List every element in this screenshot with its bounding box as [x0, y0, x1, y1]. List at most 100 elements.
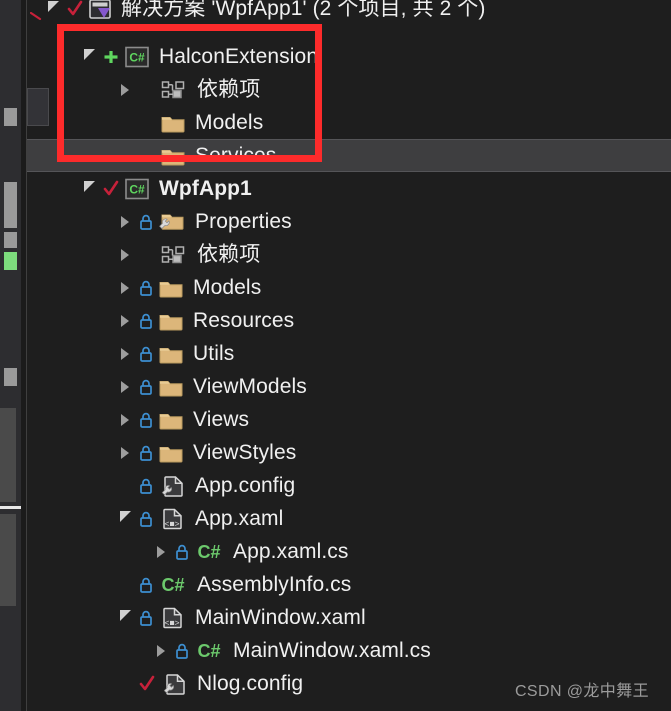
tree-row-label: ViewModels [193, 374, 307, 398]
chevron-right-icon[interactable] [112, 205, 138, 238]
tree-row-label: HalconExtension [159, 44, 319, 68]
chevron-down-icon[interactable] [112, 502, 138, 535]
tree-row-wpfapp1-assemblyinfo-cs[interactable]: C# AssemblyInfo.cs [27, 568, 671, 601]
chevron-down-icon[interactable] [40, 0, 66, 25]
twisty-empty [112, 106, 138, 139]
scroll-map-strip[interactable] [0, 0, 21, 711]
chevron-right-icon[interactable] [112, 337, 138, 370]
chevron-right-icon[interactable] [148, 634, 174, 667]
folder-icon [159, 347, 183, 363]
chevron-right-icon[interactable] [112, 436, 138, 469]
scroll-map-mark [4, 108, 17, 126]
solution-tree[interactable]: 解决方案 'WpfApp1' (2 个项目, 共 2 个) C# HalconExt… [27, 0, 671, 711]
scrollbar-thumb[interactable] [0, 408, 16, 502]
lock-icon [140, 412, 152, 428]
item-type-icon [160, 244, 188, 266]
chevron-down-icon[interactable] [76, 172, 102, 205]
csharp-file-icon: C# [197, 641, 220, 661]
tree-row-wpfapp1-mainwindow-xaml-cs[interactable]: C# MainWindow.xaml.cs [27, 634, 671, 667]
status-badge [138, 245, 156, 265]
chevron-right-icon[interactable] [112, 370, 138, 403]
tree-row-label: Resources [193, 308, 295, 332]
watermark-text: CSDN @龙中舞王 [514, 683, 649, 700]
indent-spacer [27, 304, 112, 337]
config-file-icon [161, 475, 183, 497]
status-badge [138, 146, 156, 166]
tree-row-wpfapp1-dependencies[interactable]: 依赖项 [27, 238, 671, 271]
tree-row-wpfapp1-resources[interactable]: Resources [27, 304, 671, 337]
indent-spacer [27, 139, 112, 172]
item-type-icon [160, 112, 186, 134]
tree-row-label: MainWindow.xaml [195, 605, 366, 629]
item-type-icon [158, 277, 184, 299]
status-badge [174, 641, 190, 661]
solution-explorer-panel: 解决方案 'WpfApp1' (2 个项目, 共 2 个) C# HalconExt… [0, 0, 671, 711]
item-type-icon: C# [194, 639, 224, 663]
lock-icon [140, 379, 152, 395]
status-badge [138, 608, 154, 628]
chevron-right-glyph [121, 380, 129, 393]
chevron-down-icon[interactable] [112, 601, 138, 634]
chevron-right-icon[interactable] [112, 271, 138, 304]
tree-row-wpfapp1-app-xaml-cs[interactable]: C# App.xaml.cs [27, 535, 671, 568]
svg-text:<■>: <■> [164, 618, 179, 628]
item-type-icon [158, 376, 184, 398]
indent-spacer [27, 337, 112, 370]
indent-spacer [27, 469, 112, 502]
tree-row-halcon-models[interactable]: Models [27, 106, 671, 139]
tree-row-wpfapp1-app-xaml[interactable]: <■> App.xaml [27, 502, 671, 535]
tree-row-label: Models [193, 275, 262, 299]
chevron-right-glyph [121, 248, 129, 261]
tree-row-halcon-dependencies[interactable]: 依赖项 [27, 73, 671, 106]
svg-text:C#: C# [161, 575, 184, 595]
chevron-right-glyph [121, 413, 129, 426]
svg-text:C#: C# [197, 641, 220, 661]
status-placeholder [138, 80, 156, 100]
chevron-right-icon[interactable] [112, 403, 138, 436]
chevron-right-icon[interactable] [112, 304, 138, 337]
dependencies-icon [161, 245, 185, 263]
lock-icon [140, 478, 152, 494]
tree-row-label: Utils [193, 341, 235, 365]
item-type-icon [158, 442, 184, 464]
chevron-right-glyph [121, 314, 129, 327]
tree-row-solution-root[interactable]: 解决方案 'WpfApp1' (2 个项目, 共 2 个) [27, 0, 671, 25]
tree-row-label: MainWindow.xaml.cs [233, 638, 431, 662]
svg-text:C#: C# [197, 542, 220, 562]
tree-row-wpfapp1-viewstyles[interactable]: ViewStyles [27, 436, 671, 469]
tree-row-wpfapp1-models[interactable]: Models [27, 271, 671, 304]
tree-row-label: App.config [195, 473, 296, 497]
chevron-down-icon[interactable] [76, 40, 102, 73]
chevron-right-icon[interactable] [112, 238, 138, 271]
lock-icon [140, 610, 152, 626]
tree-row-wpfapp1-viewmodels[interactable]: ViewModels [27, 370, 671, 403]
item-type-icon: <■> [158, 507, 186, 531]
tree-row-label: Properties [195, 209, 292, 233]
indent-spacer [27, 73, 112, 106]
tree-row-wpfapp1-utils[interactable]: Utils [27, 337, 671, 370]
chevron-right-glyph [121, 215, 129, 228]
item-type-icon [158, 474, 186, 498]
xaml-file-icon: <■> [163, 607, 182, 628]
folder-icon [159, 446, 183, 462]
status-badge [138, 278, 154, 298]
dependencies-icon [161, 80, 185, 98]
status-badge [138, 509, 154, 529]
status-badge [138, 344, 154, 364]
tree-row-project-halconextension[interactable]: C# HalconExtension [27, 40, 671, 73]
chevron-right-icon[interactable] [112, 73, 138, 106]
tree-row-halcon-services[interactable]: Services [27, 139, 671, 172]
tree-row-wpfapp1-app-config[interactable]: App.config [27, 469, 671, 502]
tree-row-wpfapp1-views[interactable]: Views [27, 403, 671, 436]
indent-spacer [27, 436, 112, 469]
tree-row-wpfapp1-properties[interactable]: Properties [27, 205, 671, 238]
chevron-right-icon[interactable] [148, 535, 174, 568]
checkmark-icon [139, 675, 155, 690]
tree-row-wpfapp1-mainwindow-xaml[interactable]: <■> MainWindow.xaml [27, 601, 671, 634]
csharp-project-icon: C# [125, 178, 149, 199]
scrollbar-thumb-secondary[interactable] [0, 514, 16, 606]
tree-row-project-wpfapp1[interactable]: C# WpfApp1 [27, 172, 671, 205]
properties-folder-icon [159, 214, 184, 230]
tree-row-label: App.xaml [195, 506, 284, 530]
status-badge [138, 377, 154, 397]
